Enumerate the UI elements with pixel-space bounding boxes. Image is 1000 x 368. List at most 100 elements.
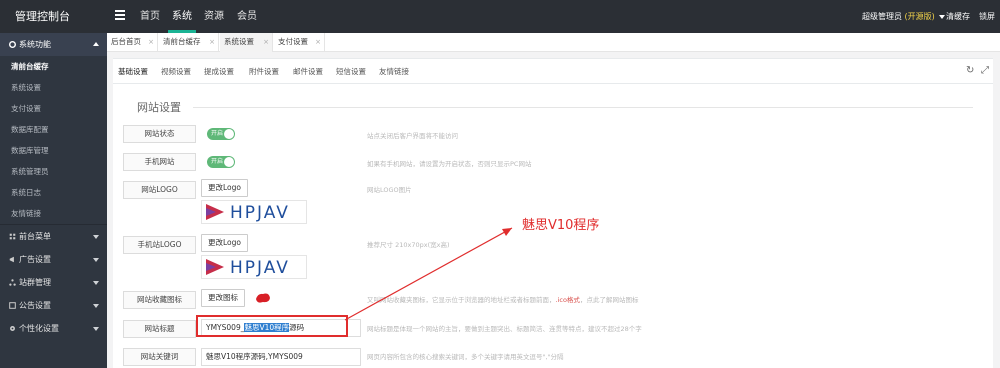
change-mobile-logo-button[interactable]: 更改Logo bbox=[201, 234, 248, 252]
app-brand: 管理控制台 bbox=[15, 10, 70, 23]
sidebar-group-notice[interactable]: 公告设置 bbox=[0, 294, 107, 317]
sidebar-group-system[interactable]: 系统功能 bbox=[0, 33, 107, 56]
toggle-knob bbox=[224, 157, 234, 167]
chevron-down-icon bbox=[93, 258, 99, 262]
tab-payment[interactable]: 支付设置 × bbox=[274, 33, 325, 52]
toggle-text: 开启 bbox=[211, 158, 224, 165]
sidebar-group-label: 系统功能 bbox=[19, 40, 51, 49]
favicon-preview-icon bbox=[256, 293, 270, 303]
chevron-up-icon bbox=[93, 42, 99, 46]
subtab-sms[interactable]: 短信设置 bbox=[336, 59, 366, 84]
change-logo-button[interactable]: 更改Logo bbox=[201, 179, 248, 197]
topnav-system[interactable]: 系统 bbox=[168, 0, 196, 33]
annotation-text: 魅思V10程序 bbox=[522, 218, 600, 233]
site-logo-preview: HPJAV bbox=[201, 200, 307, 224]
lock-screen-link[interactable]: 锁屏 bbox=[979, 0, 995, 33]
mobile-site-label: 手机网站 bbox=[123, 153, 196, 171]
subtab-attachment[interactable]: 附件设置 bbox=[249, 59, 279, 84]
sidebar-group-sites[interactable]: 站群管理 bbox=[0, 271, 107, 294]
tab-label: 系统设置 bbox=[224, 37, 254, 46]
sidebar-item-db-manage[interactable]: 数据库管理 bbox=[0, 140, 107, 161]
site-title-label: 网站标题 bbox=[123, 320, 196, 338]
close-icon[interactable]: × bbox=[263, 33, 269, 51]
tab-label: 后台首页 bbox=[111, 37, 141, 46]
sidebar-item-logs[interactable]: 系统日志 bbox=[0, 182, 107, 203]
subtab-friend-links[interactable]: 友情链接 bbox=[379, 59, 409, 84]
subtab-email[interactable]: 邮件设置 bbox=[293, 59, 323, 84]
change-favicon-button[interactable]: 更改图标 bbox=[201, 289, 245, 307]
topnav-members[interactable]: 会员 bbox=[237, 0, 257, 33]
chevron-down-icon bbox=[93, 327, 99, 331]
tab-dashboard[interactable]: 后台首页 × bbox=[107, 33, 158, 52]
chevron-down-icon bbox=[93, 304, 99, 308]
site-status-toggle[interactable]: 开启 bbox=[207, 128, 235, 140]
sidebar: 系统功能 清前台缓存 系统设置 支付设置 数据库配置 数据库管理 系统管理员 系… bbox=[0, 33, 107, 368]
site-logo-help: 网站LOGO图片 bbox=[367, 186, 412, 194]
page-tabs: 后台首页 × 清前台缓存 × 系统设置 × 支付设置 × bbox=[107, 33, 1000, 52]
tab-label: 支付设置 bbox=[278, 37, 308, 46]
sidebar-group-label: 前台菜单 bbox=[19, 232, 51, 241]
sidebar-group-label: 个性化设置 bbox=[19, 324, 59, 333]
tab-system-settings[interactable]: 系统设置 × bbox=[220, 33, 273, 52]
sidebar-item-db-config[interactable]: 数据库配置 bbox=[0, 119, 107, 140]
close-icon[interactable]: × bbox=[148, 33, 154, 51]
sidebar-group-label: 广告设置 bbox=[19, 255, 51, 264]
section-title: 网站设置 bbox=[137, 101, 181, 114]
settings-subtabs: 基础设置 视频设置 提成设置 附件设置 邮件设置 短信设置 友情链接 ↻ ⤢ bbox=[113, 59, 993, 84]
logo-text: HPJAV bbox=[230, 258, 290, 278]
chevron-down-icon bbox=[93, 235, 99, 239]
caret-down-icon bbox=[939, 14, 946, 19]
sidebar-group-ads[interactable]: 广告设置 bbox=[0, 248, 107, 271]
menu-toggle-icon[interactable] bbox=[115, 10, 125, 22]
sidebar-item-clear-cache[interactable]: 清前台缓存 bbox=[0, 56, 107, 77]
topnav-resources[interactable]: 资源 bbox=[204, 0, 224, 33]
site-keywords-label: 网站关键词 bbox=[123, 348, 196, 366]
megaphone-icon bbox=[9, 256, 14, 263]
bell-icon bbox=[9, 302, 16, 309]
mobile-logo-label: 手机站LOGO bbox=[123, 236, 196, 254]
sidebar-item-system-settings[interactable]: 系统设置 bbox=[0, 77, 107, 98]
user-name: 超级管理员 bbox=[862, 12, 902, 21]
favicon-help: 又叫网站收藏夹图标，它显示位于浏览器的地址栏或者标题前面，.ico格式，点此了解… bbox=[367, 294, 638, 304]
annotation-highlight-box bbox=[196, 315, 348, 337]
play-logo-icon bbox=[206, 204, 224, 220]
subtab-basic[interactable]: 基础设置 bbox=[118, 59, 148, 84]
site-status-help: 站点关闭后客户界面将不能访问 bbox=[367, 132, 458, 140]
sidebar-group-label: 公告设置 bbox=[19, 301, 51, 310]
topnav-home[interactable]: 首页 bbox=[140, 0, 160, 33]
play-logo-icon bbox=[206, 259, 224, 275]
refresh-icon[interactable]: ↻ bbox=[966, 66, 976, 76]
grid-icon bbox=[9, 233, 16, 240]
edition-badge: (开源版) bbox=[904, 12, 935, 21]
gear-icon bbox=[9, 41, 16, 48]
ico-format-note: .ico格式 bbox=[555, 296, 580, 304]
site-status-label: 网站状态 bbox=[123, 125, 196, 143]
sidebar-item-payment[interactable]: 支付设置 bbox=[0, 98, 107, 119]
sidebar-item-links[interactable]: 友情链接 bbox=[0, 203, 107, 224]
mobile-logo-help: 推荐尺寸 210x70px(宽x高) bbox=[367, 241, 450, 249]
sidebar-group-frontmenu[interactable]: 前台菜单 bbox=[0, 225, 107, 248]
sidebar-group-personal[interactable]: 个性化设置 bbox=[0, 317, 107, 340]
sidebar-item-admins[interactable]: 系统管理员 bbox=[0, 161, 107, 182]
site-keywords-input[interactable]: 魅思V10程序源码,YMYS009 bbox=[201, 348, 361, 366]
user-menu[interactable]: 超级管理员 (开源版) bbox=[862, 0, 946, 33]
toggle-knob bbox=[224, 129, 234, 139]
close-icon[interactable]: × bbox=[209, 33, 215, 51]
mobile-site-toggle[interactable]: 开启 bbox=[207, 156, 235, 168]
settings-icon bbox=[10, 326, 15, 331]
favicon-label: 网站收藏图标 bbox=[123, 291, 196, 309]
subtab-video[interactable]: 视频设置 bbox=[161, 59, 191, 84]
sitemap-icon bbox=[9, 279, 16, 286]
mobile-logo-preview: HPJAV bbox=[201, 255, 307, 279]
tab-clear-cache[interactable]: 清前台缓存 × bbox=[159, 33, 219, 52]
top-bar: 管理控制台 首页 系统 资源 会员 超级管理员 (开源版) 清缓存 锁屏 bbox=[0, 0, 1000, 33]
divider bbox=[193, 107, 973, 108]
subtab-commission[interactable]: 提成设置 bbox=[204, 59, 234, 84]
favicon-help-link[interactable]: ，点此了解网站图标 bbox=[580, 296, 639, 304]
fullscreen-icon[interactable]: ⤢ bbox=[981, 66, 991, 76]
site-logo-label: 网站LOGO bbox=[123, 181, 196, 199]
close-icon[interactable]: × bbox=[315, 33, 321, 51]
chevron-down-icon bbox=[93, 281, 99, 285]
sidebar-group-label: 站群管理 bbox=[19, 278, 51, 287]
clear-cache-link[interactable]: 清缓存 bbox=[946, 0, 970, 33]
